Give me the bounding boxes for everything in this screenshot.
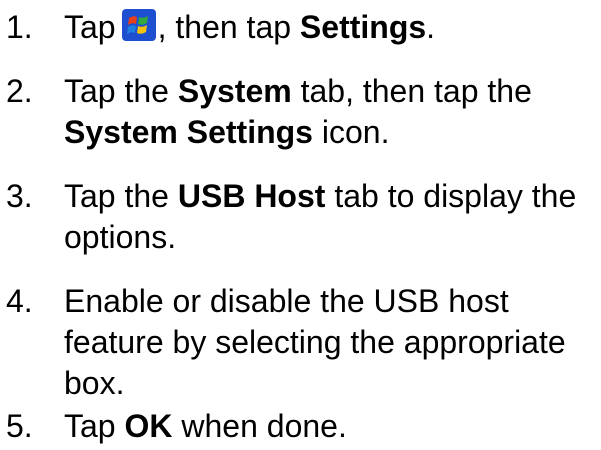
step-text-part: Tap the bbox=[64, 178, 169, 214]
step-text-part: tab to display the bbox=[334, 178, 577, 214]
step-text-part: Enable or disable the USB host bbox=[64, 283, 509, 319]
step-text: Enable or disable the USB host feature by… bbox=[64, 281, 601, 404]
step-text-part: icon. bbox=[321, 114, 390, 150]
step-text-bold: System Settings bbox=[64, 114, 313, 150]
step-text-part: . bbox=[426, 9, 436, 45]
step-text-bold: USB Host bbox=[177, 178, 326, 214]
step-text-part: box. bbox=[64, 365, 125, 401]
step-text-bold: System bbox=[177, 73, 292, 109]
step-text-part: Tap bbox=[64, 408, 116, 444]
step-number: 5. bbox=[6, 408, 33, 444]
step-text: Tap , then tap Settings. bbox=[64, 7, 601, 48]
step-text: Tap OK when done. bbox=[64, 406, 601, 447]
step-text-part: feature by selecting the appropriate bbox=[64, 324, 566, 360]
windows-start-icon bbox=[121, 9, 156, 41]
step-text-part: Tap the bbox=[64, 73, 169, 109]
step-text-bold: Settings bbox=[299, 9, 427, 45]
step-text-part: when done. bbox=[181, 408, 347, 444]
step-number: 4. bbox=[6, 283, 33, 319]
step-number: 1. bbox=[6, 9, 33, 45]
step-text: Tap the System tab, then tap the System S… bbox=[64, 71, 601, 153]
step-text-part: Tap bbox=[64, 9, 116, 45]
step-number: 2. bbox=[6, 73, 33, 109]
step-text-part: tab, then tap the bbox=[300, 73, 532, 109]
step-text-part: , then tap bbox=[157, 9, 292, 45]
step-number: 3. bbox=[6, 178, 33, 214]
step-text: Tap the USB Host tab to display the optio… bbox=[64, 176, 601, 258]
step-text-part: options. bbox=[64, 219, 177, 255]
step-text-bold: OK bbox=[124, 408, 173, 444]
